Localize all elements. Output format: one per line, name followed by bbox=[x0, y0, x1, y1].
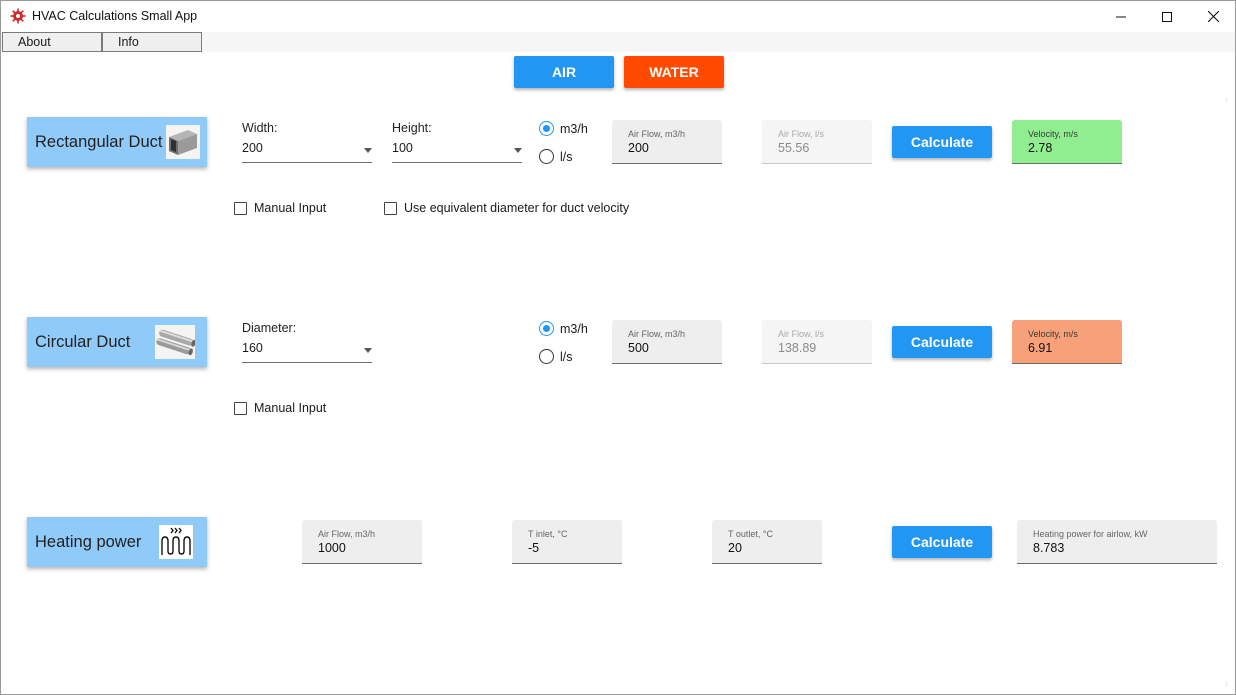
minimize-icon bbox=[1116, 16, 1126, 17]
circ-unit-m3h-label: m3/h bbox=[560, 321, 588, 336]
circ-unit-m3h-radio[interactable]: m3/h bbox=[539, 321, 588, 336]
t-outlet-label: T outlet, °C bbox=[728, 529, 773, 539]
heat-airflow-label: Air Flow, m3/h bbox=[318, 529, 376, 539]
width-value: 200 bbox=[242, 141, 263, 155]
circ-velocity-value: 6.91 bbox=[1028, 341, 1053, 355]
rect-unit-ls-label: l/s bbox=[560, 149, 573, 164]
title-bar: HVAC Calculations Small App bbox=[1, 1, 1235, 32]
close-button[interactable] bbox=[1190, 1, 1236, 32]
circ-airflow-ls-label: Air Flow, l/s bbox=[778, 329, 825, 339]
rect-airflow-m3h-field[interactable]: Air Flow, m3/h 200 bbox=[612, 120, 722, 164]
app-window: HVAC Calculations Small App About Info ↑… bbox=[0, 0, 1236, 695]
circ-calculate-button[interactable]: Calculate bbox=[892, 326, 992, 358]
width-underline bbox=[242, 162, 372, 163]
menu-about[interactable]: About bbox=[2, 32, 102, 52]
diameter-value: 160 bbox=[242, 341, 263, 355]
scroll-down-arrow-icon[interactable]: ↓ bbox=[1225, 678, 1230, 688]
maximize-button[interactable] bbox=[1144, 1, 1190, 32]
radio-unchecked-icon bbox=[539, 349, 554, 364]
circ-airflow-ls-value: 138.89 bbox=[778, 341, 817, 355]
rect-airflow-m3h-value: 200 bbox=[628, 141, 649, 155]
circular-duct-card: Circular Duct bbox=[27, 317, 207, 367]
circ-manual-input-checkbox[interactable]: Manual Input bbox=[234, 401, 326, 415]
maximize-icon bbox=[1162, 11, 1172, 22]
rect-velocity-value: 2.78 bbox=[1028, 141, 1053, 155]
circ-airflow-m3h-value: 500 bbox=[628, 341, 649, 355]
scroll-up-arrow-icon[interactable]: ↑ bbox=[1225, 95, 1230, 105]
rect-calculate-button[interactable]: Calculate bbox=[892, 126, 992, 158]
rect-airflow-m3h-label: Air Flow, m3/h bbox=[628, 129, 686, 139]
menu-info[interactable]: Info bbox=[102, 32, 202, 52]
heating-power-result-label: Heating power for airlow, kW bbox=[1033, 529, 1148, 539]
circular-duct-icon bbox=[155, 325, 195, 359]
heating-power-title: Heating power bbox=[35, 533, 142, 551]
circ-unit-ls-label: l/s bbox=[560, 349, 573, 364]
rectangular-duct-title: Rectangular Duct bbox=[35, 133, 163, 151]
circ-velocity-field: Velocity, m/s 6.91 bbox=[1012, 320, 1122, 364]
width-dropdown[interactable]: Width: 200 bbox=[242, 121, 372, 163]
chevron-down-icon bbox=[364, 348, 372, 353]
chevron-down-icon bbox=[514, 148, 522, 153]
app-logo-icon bbox=[10, 8, 26, 24]
equiv-diameter-label: Use equivalent diameter for duct velocit… bbox=[404, 201, 630, 215]
radio-unchecked-icon bbox=[539, 149, 554, 164]
heat-airflow-value: 1000 bbox=[318, 541, 346, 555]
circ-manual-input-label: Manual Input bbox=[254, 401, 327, 415]
rect-airflow-ls-value: 55.56 bbox=[778, 141, 810, 155]
rect-unit-m3h-label: m3/h bbox=[560, 121, 588, 136]
rect-airflow-ls-field: Air Flow, l/s 55.56 bbox=[762, 120, 872, 164]
t-inlet-label: T inlet, °C bbox=[528, 529, 568, 539]
equiv-diameter-checkbox[interactable]: Use equivalent diameter for duct velocit… bbox=[384, 201, 629, 215]
rect-manual-input-checkbox[interactable]: Manual Input bbox=[234, 201, 326, 215]
circ-unit-ls-radio[interactable]: l/s bbox=[539, 349, 573, 364]
width-label: Width: bbox=[242, 121, 278, 135]
circ-velocity-label: Velocity, m/s bbox=[1028, 329, 1078, 339]
checkbox-icon bbox=[234, 201, 247, 215]
menu-bar: About Info bbox=[1, 32, 1235, 52]
window-title: HVAC Calculations Small App bbox=[32, 9, 198, 23]
heater-icon bbox=[159, 525, 193, 559]
t-outlet-value: 20 bbox=[728, 541, 742, 555]
heating-power-result-value: 8.783 bbox=[1033, 541, 1065, 555]
circ-airflow-ls-field: Air Flow, l/s 138.89 bbox=[762, 320, 872, 364]
heating-power-card: Heating power bbox=[27, 517, 207, 567]
radio-checked-icon bbox=[539, 121, 554, 136]
rect-manual-input-label: Manual Input bbox=[254, 201, 327, 215]
rect-unit-m3h-radio[interactable]: m3/h bbox=[539, 121, 588, 136]
rectangular-duct-card: Rectangular Duct bbox=[27, 117, 207, 167]
circ-airflow-m3h-label: Air Flow, m3/h bbox=[628, 329, 686, 339]
rect-airflow-ls-label: Air Flow, l/s bbox=[778, 129, 825, 139]
t-inlet-field[interactable]: T inlet, °C -5 bbox=[512, 520, 622, 564]
t-inlet-value: -5 bbox=[528, 541, 540, 555]
rectangular-duct-icon bbox=[166, 125, 200, 159]
radio-checked-icon bbox=[539, 321, 554, 336]
circular-duct-title: Circular Duct bbox=[35, 333, 131, 351]
heating-power-result-field: Heating power for airlow, kW 8.783 bbox=[1017, 520, 1217, 564]
chevron-down-icon bbox=[364, 148, 372, 153]
diameter-underline bbox=[242, 362, 372, 363]
height-underline bbox=[392, 162, 522, 163]
height-label: Height: bbox=[392, 121, 432, 135]
diameter-label: Diameter: bbox=[242, 321, 297, 335]
checkbox-icon bbox=[234, 401, 247, 415]
rect-velocity-field: Velocity, m/s 2.78 bbox=[1012, 120, 1122, 164]
height-value: 100 bbox=[392, 141, 413, 155]
circ-airflow-m3h-field[interactable]: Air Flow, m3/h 500 bbox=[612, 320, 722, 364]
air-mode-button[interactable]: AIR bbox=[514, 56, 614, 88]
diameter-dropdown[interactable]: Diameter: 160 bbox=[242, 321, 372, 363]
height-dropdown[interactable]: Height: 100 bbox=[392, 121, 522, 163]
close-icon bbox=[1207, 11, 1219, 22]
rect-unit-ls-radio[interactable]: l/s bbox=[539, 149, 573, 164]
water-mode-button[interactable]: WATER bbox=[624, 56, 724, 88]
heat-airflow-field[interactable]: Air Flow, m3/h 1000 bbox=[302, 520, 422, 564]
minimize-button[interactable] bbox=[1098, 1, 1144, 32]
checkbox-icon bbox=[384, 201, 397, 215]
t-outlet-field[interactable]: T outlet, °C 20 bbox=[712, 520, 822, 564]
rect-velocity-label: Velocity, m/s bbox=[1028, 129, 1078, 139]
heat-calculate-button[interactable]: Calculate bbox=[892, 526, 992, 558]
